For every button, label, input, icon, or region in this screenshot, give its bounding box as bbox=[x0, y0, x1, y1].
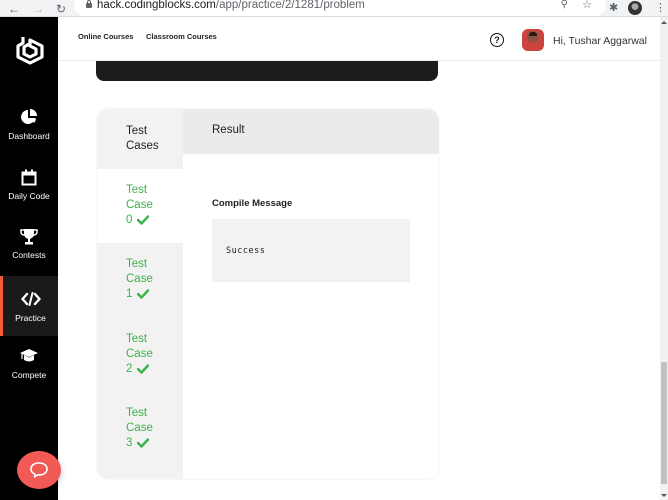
sidebar-item-label: Dashboard bbox=[8, 131, 50, 141]
trophy-icon bbox=[19, 226, 39, 246]
graduation-cap-icon bbox=[19, 346, 39, 366]
test-case-number: 1 bbox=[126, 288, 133, 300]
sidebar-item-daily-code[interactable]: Daily Code bbox=[0, 155, 58, 213]
result-heading: Result bbox=[212, 124, 245, 136]
test-case-number: 3 bbox=[126, 437, 133, 449]
calendar-icon bbox=[19, 167, 39, 187]
test-case-number: 0 bbox=[126, 214, 133, 226]
check-icon bbox=[137, 215, 150, 225]
url-host: hack.codingblocks.com bbox=[97, 0, 216, 11]
user-greeting[interactable]: Hi, Tushar Aggarwal bbox=[553, 35, 647, 47]
sidebar-item-label: Daily Code bbox=[8, 191, 50, 201]
check-icon bbox=[137, 438, 150, 448]
back-icon[interactable]: ← bbox=[6, 0, 22, 17]
test-case-label: Test Case bbox=[126, 333, 153, 360]
test-case-tab[interactable]: Test Case 2 bbox=[97, 318, 183, 392]
sidebar-item-practice[interactable]: Practice bbox=[0, 276, 58, 336]
lock-icon[interactable] bbox=[86, 0, 92, 8]
address-bar[interactable]: hack.codingblocks.com/app/practice/2/128… bbox=[74, 0, 606, 16]
online-courses-link[interactable]: Online Courses bbox=[78, 32, 133, 41]
compile-message-text: Success bbox=[226, 246, 266, 256]
sidebar-item-label: Compete bbox=[11, 370, 47, 380]
url-text[interactable]: hack.codingblocks.com/app/practice/2/128… bbox=[97, 0, 365, 11]
star-icon[interactable]: ☆ bbox=[582, 0, 592, 11]
extensions-icon[interactable]: ✱ bbox=[609, 1, 618, 14]
classroom-courses-link[interactable]: Classroom Courses bbox=[146, 32, 217, 41]
compile-message-box: Success bbox=[212, 219, 410, 282]
url-path: /app/practice/2/1281/problem bbox=[215, 0, 365, 11]
browser-toolbar: ← → ↻ hack.codingblocks.com/app/practice… bbox=[0, 0, 668, 17]
test-case-tab[interactable]: Test Case 1 bbox=[97, 243, 183, 317]
reload-icon[interactable]: ↻ bbox=[53, 0, 69, 17]
zoom-icon[interactable]: ⚲ bbox=[561, 0, 568, 10]
coding-blocks-logo[interactable] bbox=[14, 33, 46, 65]
code-icon bbox=[20, 289, 41, 309]
test-case-tab[interactable]: Test Case 0 bbox=[97, 169, 183, 243]
forward-icon[interactable]: → bbox=[30, 0, 46, 17]
menu-icon[interactable]: ⋮ bbox=[655, 1, 666, 14]
test-case-label: Test Case bbox=[126, 184, 153, 211]
check-icon bbox=[137, 289, 150, 299]
test-case-number: 2 bbox=[126, 363, 133, 375]
pie-chart-icon bbox=[19, 107, 39, 127]
top-header: Online Courses Classroom Courses ? Hi, T… bbox=[58, 17, 660, 61]
chat-bubble-icon bbox=[30, 462, 48, 478]
compile-message-label: Compile Message bbox=[212, 198, 293, 209]
sidebar-item-dashboard[interactable]: Dashboard bbox=[0, 95, 58, 153]
main-content: Test Cases Result Test Case 0 Test Case 1 … bbox=[58, 61, 660, 500]
sidebar-item-contests[interactable]: Contests bbox=[0, 214, 58, 272]
scrollbar-thumb[interactable] bbox=[661, 362, 667, 484]
test-case-tab[interactable]: Test Case 3 bbox=[97, 392, 183, 466]
check-icon bbox=[137, 364, 150, 374]
scroll-up-arrow-icon[interactable] bbox=[661, 21, 667, 24]
sidebar-item-label: Practice bbox=[15, 313, 46, 323]
scroll-down-arrow-icon[interactable] bbox=[661, 494, 667, 497]
sidebar: Dashboard Daily Code Contests Practice C… bbox=[0, 17, 58, 500]
results-panel: Test Cases Result Test Case 0 Test Case 1 … bbox=[97, 109, 439, 479]
profile-icon[interactable] bbox=[628, 1, 642, 15]
page-scrollbar[interactable] bbox=[660, 17, 668, 500]
avatar[interactable] bbox=[522, 29, 544, 51]
test-cases-heading: Test Cases bbox=[126, 125, 159, 152]
help-icon[interactable]: ? bbox=[490, 33, 504, 47]
test-case-label: Test Case bbox=[126, 407, 153, 434]
sidebar-item-compete[interactable]: Compete bbox=[0, 334, 58, 392]
chat-button[interactable] bbox=[17, 451, 61, 489]
sidebar-item-label: Contests bbox=[12, 250, 46, 260]
test-case-label: Test Case bbox=[126, 258, 153, 285]
problem-action-card bbox=[96, 61, 438, 81]
